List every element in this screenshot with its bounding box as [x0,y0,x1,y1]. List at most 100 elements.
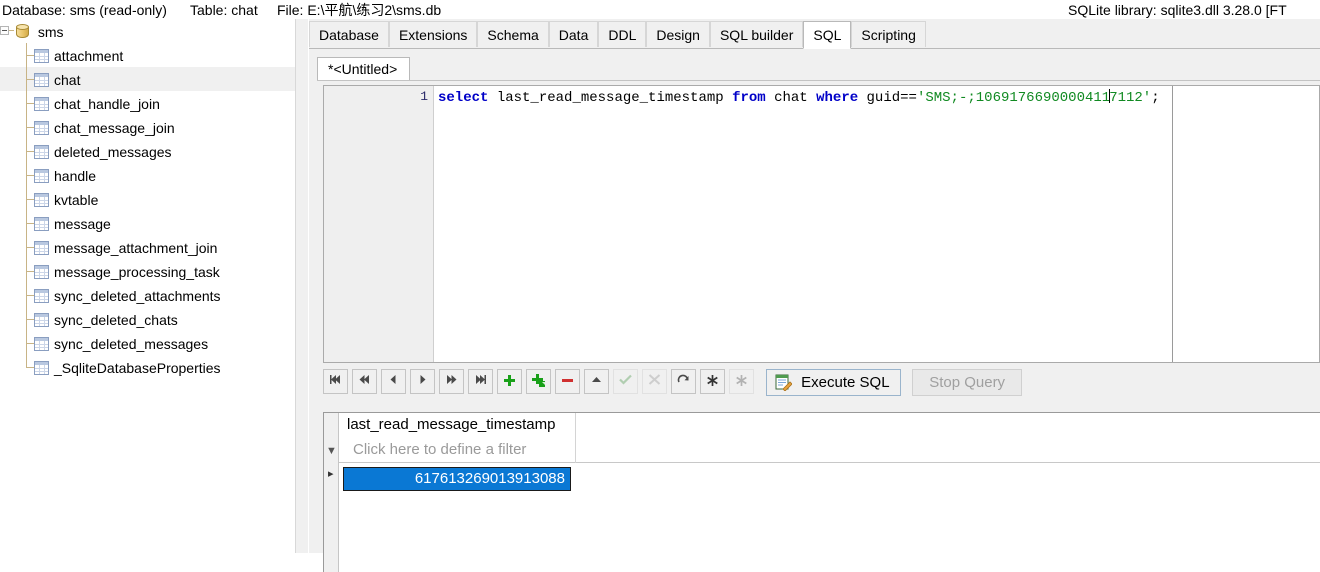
tree-item-message[interactable]: message [0,211,295,235]
tree-vertical-scrollbar[interactable] [295,19,308,553]
tree-item-attachment[interactable]: attachment [0,43,295,67]
tab-sql-builder[interactable]: SQL builder [709,21,804,47]
tree-connector [9,30,14,31]
table-icon [34,49,49,64]
query-results-grid[interactable]: ▼ ▸ last_read_message_timestamp Click he… [323,412,1320,572]
step-forward-icon [411,374,434,385]
sql-document-tab-strip[interactable]: *<Untitled> [317,57,1320,81]
refresh-button[interactable] [671,369,696,394]
post-edit-button [613,369,638,394]
sql-token-kw: from [732,90,766,106]
sqlite-library-label: SQLite library: sqlite3.dll 3.28.0 [FT [1068,2,1287,18]
tree-item-label: chat_handle_join [54,96,160,113]
grid-filter-placeholder: Click here to define a filter [353,441,527,458]
caret-up-icon [585,374,608,385]
prior-record-button[interactable] [381,369,406,394]
tree-item-label: sync_deleted_messages [54,336,209,353]
delete-record-button[interactable] [555,369,580,394]
tree-item-label: sms [37,24,64,41]
tree-connector [26,199,34,200]
last-record-button[interactable] [468,369,493,394]
next-page-button[interactable] [439,369,464,394]
tree-item-deleted_messages[interactable]: deleted_messages [0,139,295,163]
sql-token-id [858,90,866,106]
tab-extensions[interactable]: Extensions [388,21,478,47]
tree-item-kvtable[interactable]: kvtable [0,187,295,211]
table-icon [34,73,49,88]
tab-database[interactable]: Database [309,21,389,47]
execute-sql-button[interactable]: Execute SQL [766,369,901,396]
tree-item-label: sync_deleted_attachments [54,288,221,305]
tree-connector [26,223,34,224]
tab-schema[interactable]: Schema [477,21,549,47]
main-tab-strip[interactable]: Database Extensions Schema Data DDL Design SQL… [309,21,1320,49]
first-record-button[interactable] [323,369,348,394]
collapse-button[interactable] [584,369,609,394]
tree-connector [26,103,34,104]
tree-item-database-root[interactable]: sms [0,19,295,43]
asterisk-icon [730,374,753,387]
grid-filter-row[interactable]: Click here to define a filter [339,437,1320,463]
tab-sql[interactable]: SQL [803,21,852,49]
tree-connector [26,319,34,320]
grid-row-indicator-column: ▼ ▸ [324,413,339,572]
database-icon [16,24,29,40]
tree-item-chat_handle_join[interactable]: chat_handle_join [0,91,295,115]
tree-item-label: deleted_messages [54,144,172,161]
tree-item-handle[interactable]: handle [0,163,295,187]
skip-to-start-icon [324,374,347,385]
asterisk-icon [701,374,724,387]
editor-right-margin-guide [1172,86,1173,362]
current-row-arrow-icon: ▸ [328,468,334,480]
next-record-button[interactable] [410,369,435,394]
tree-connector [26,247,34,248]
collapse-expander-icon[interactable] [0,26,9,35]
tab-scripting[interactable]: Scripting [851,21,926,47]
tree-connector [26,55,34,56]
prior-page-button[interactable] [352,369,377,394]
tree-connector [26,295,34,296]
minus-icon [556,374,579,387]
check-icon [614,374,637,385]
insert-record-button[interactable] [497,369,522,394]
plus-icon [498,374,521,387]
stop-query-button[interactable]: Stop Query [912,369,1023,396]
sql-query-text[interactable]: select last_read_message_timestamp from … [438,89,1160,106]
table-icon [34,241,49,256]
tree-item-label: _SqliteDatabaseProperties [54,360,221,377]
grid-cell-last-read-message-timestamp[interactable]: 617613269013913088 [343,467,571,491]
filter-funnel-icon[interactable]: ▼ [326,445,337,457]
tree-connector [26,271,34,272]
tree-item-chat_message_join[interactable]: chat_message_join [0,115,295,139]
grid-column-separator[interactable] [575,413,576,463]
tree-connector [26,355,27,367]
tree-item-message_processing_task[interactable]: message_processing_task [0,259,295,283]
sql-token-str: 'SMS;-;10691766900004117112' [916,89,1152,106]
record-navigation-toolbar[interactable]: Execute SQL Stop Query [323,369,1320,405]
tree-item-sync_deleted_messages[interactable]: sync_deleted_messages [0,331,295,355]
skip-to-end-icon [469,374,492,385]
database-object-tree[interactable]: sms attachment chat chat_handle_join chat_m… [0,19,296,553]
grid-column-header[interactable]: last_read_message_timestamp [339,413,1320,437]
tree-connector [26,151,34,152]
tab-ddl[interactable]: DDL [598,21,647,47]
tab-data[interactable]: Data [548,21,599,47]
tree-item-message_attachment_join[interactable]: message_attachment_join [0,235,295,259]
sql-editor[interactable]: 1 select last_read_message_timestamp fro… [323,85,1320,363]
sql-token-id: chat [774,90,808,106]
refresh-icon [672,374,695,386]
tree-item-_sqlitedatabaseproperties[interactable]: _SqliteDatabaseProperties [0,355,295,379]
table-row[interactable]: 617613269013913088 [339,467,1320,491]
sql-document-tab-untitled[interactable]: *<Untitled> [317,57,411,81]
tree-item-sync_deleted_attachments[interactable]: sync_deleted_attachments [0,283,295,307]
tree-item-label: message [54,216,111,233]
tab-design[interactable]: Design [646,21,710,47]
clear-filter-button[interactable] [700,369,725,394]
tree-item-sync_deleted_chats[interactable]: sync_deleted_chats [0,307,295,331]
sql-token-id [808,90,816,106]
tree-item-label: attachment [54,48,124,65]
table-icon [34,289,49,304]
copy-record-button[interactable] [526,369,551,394]
tree-item-chat[interactable]: chat [0,67,295,91]
editor-line-number-gutter: 1 [324,86,434,362]
